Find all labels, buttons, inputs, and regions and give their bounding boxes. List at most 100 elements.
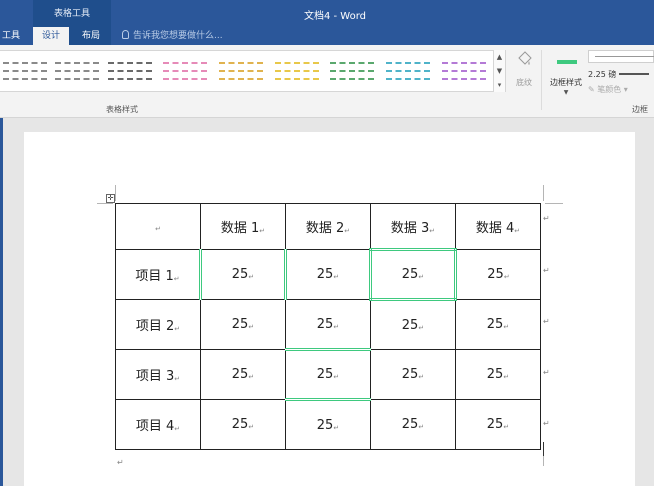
table-style-thumbnail[interactable] (55, 60, 99, 84)
table-cell-selected[interactable]: 25↵ (369, 248, 457, 301)
border-styles-button[interactable]: 边框样式 ▼ (545, 50, 587, 102)
table-style-thumbnail[interactable] (386, 60, 430, 84)
table-tools-label: 表格工具 (53, 9, 90, 19)
table-cell[interactable]: 25↵ (370, 399, 456, 450)
table-cell[interactable]: 25↵ (455, 299, 541, 350)
tab-tools[interactable]: 工具 (0, 27, 22, 45)
paragraph-mark: ↵ (174, 325, 181, 333)
scroll-up-icon[interactable]: ▲ (494, 50, 505, 64)
lightbulb-icon (122, 30, 129, 39)
page-corner-mark (543, 185, 544, 201)
row-end-mark: ↵ (543, 419, 550, 428)
cell-value: 25 (316, 367, 334, 382)
cell-value: 25 (231, 417, 249, 432)
table-cell[interactable]: 25↵ (370, 299, 456, 350)
paragraph-mark: ↵ (248, 373, 255, 381)
cell-value: 25 (231, 267, 249, 282)
border-style-swatch-icon (557, 60, 577, 64)
table-style-thumbnail[interactable] (275, 60, 319, 84)
header-cell-empty[interactable]: ↵ (115, 203, 201, 250)
header-cell[interactable]: 数据 3↵ (370, 203, 456, 250)
header-cell-text: 数据 4 (475, 221, 515, 236)
table-cell[interactable]: 25↵ (285, 349, 371, 401)
header-cell[interactable]: 数据 2↵ (285, 203, 371, 250)
table-style-thumbnail[interactable] (108, 60, 152, 84)
window-title: 文档4 - Word (303, 11, 367, 22)
line-weight-dropdown[interactable]: 2.25 磅 (588, 69, 654, 80)
table-cell[interactable]: 25↵ (200, 399, 286, 450)
paragraph-mark: ↵ (173, 275, 180, 283)
table-cell[interactable]: 25↵ (455, 349, 541, 400)
row-end-mark: ↵ (543, 266, 550, 275)
table-cell[interactable]: 25↵ (284, 249, 371, 300)
table-move-handle-icon[interactable]: ✛ (106, 194, 115, 203)
cell-value: 25 (316, 417, 334, 433)
scroll-down-icon[interactable]: ▼ (494, 64, 505, 78)
table-row: 项目 2↵ 25↵ 25↵ 25↵ 25↵ (115, 299, 541, 351)
cell-value: 25 (486, 317, 504, 332)
table-style-thumbnail[interactable] (442, 60, 486, 84)
paragraph-mark: ↵ (333, 322, 340, 331)
row-label-cell[interactable]: 项目 2↵ (115, 299, 201, 350)
cell-value: 25 (316, 267, 334, 282)
paragraph-mark: ↵ (248, 323, 255, 331)
tell-me-placeholder: 告诉我您想要做什么... (133, 31, 223, 41)
table-cell[interactable]: 25↵ (455, 399, 541, 450)
header-cell-text: 数据 2 (305, 221, 345, 236)
header-cell-text: 数据 3 (390, 220, 430, 236)
paragraph-mark: ↵ (503, 423, 510, 431)
paragraph-mark: ↵ (333, 273, 340, 281)
paragraph-mark: ↵ (174, 425, 181, 433)
row-label-cell[interactable]: 项目 4↵ (115, 399, 201, 450)
paragraph-mark: ↵ (333, 423, 340, 432)
line-weight-value: 2.25 磅 (588, 70, 617, 79)
cell-value: 25 (401, 367, 419, 382)
row-end-mark: ↵ (543, 368, 550, 377)
row-label-cell[interactable]: 项目 1↵ (115, 249, 201, 300)
tab-layout[interactable]: 布局 (73, 27, 109, 45)
table-cell[interactable]: 25↵ (455, 249, 541, 300)
table-style-thumbnail[interactable] (3, 60, 47, 84)
row-label-cell[interactable]: 项目 3↵ (115, 349, 201, 400)
gallery-scroll[interactable]: ▲ ▼ ▾ (493, 50, 505, 92)
row-end-mark: ↵ (543, 214, 550, 223)
table-cell[interactable]: 25↵ (200, 299, 286, 350)
table-cell[interactable]: 25↵ (200, 349, 286, 400)
header-cell[interactable]: 数据 4↵ (455, 203, 541, 250)
paragraph-mark: ↵ (503, 373, 510, 381)
border-styles-label: 边框样式 (550, 78, 582, 87)
paragraph-mark: ↵ (155, 225, 161, 233)
window-edge (0, 118, 3, 486)
table-style-thumbnail[interactable] (219, 60, 263, 84)
table-cell[interactable]: 25↵ (285, 299, 371, 351)
row-end-mark: ↵ (543, 317, 550, 326)
pencil-cursor (543, 442, 544, 456)
shading-button[interactable]: 底纹 (509, 50, 539, 100)
paragraph-mark: ↵ (514, 227, 521, 235)
table-cell[interactable]: 25↵ (370, 349, 456, 400)
table-header-row: ↵ 数据 1↵ 数据 2↵ 数据 3↵ 数据 4↵ (115, 203, 541, 250)
paragraph-mark: ↵ (333, 373, 340, 381)
cell-value: 25 (401, 267, 419, 282)
paragraph-mark: ↵ (418, 373, 425, 381)
borders-group-label: 边框 (632, 105, 648, 114)
table-cell[interactable]: 25↵ (285, 399, 371, 450)
page-corner-mark (545, 203, 563, 204)
ribbon: ▲ ▼ ▾ 表格样式 底纹 边框样式 ▼ 2.25 磅 ✎ 笔颜色 ▾ 边框 (0, 45, 654, 118)
gallery-more-icon[interactable]: ▾ (494, 78, 505, 92)
cell-value: 25 (316, 316, 334, 332)
cell-value: 25 (401, 417, 419, 432)
tab-design[interactable]: 设计 (33, 27, 69, 45)
table-style-thumbnail[interactable] (163, 60, 207, 84)
table-style-thumbnail[interactable] (330, 60, 374, 84)
pen-color-button[interactable]: ✎ 笔颜色 ▾ (588, 84, 654, 95)
table-row: 项目 1↵ 25↵ 25↵ 25↵ 25↵ (115, 248, 541, 301)
data-table[interactable]: ↵ 数据 1↵ 数据 2↵ 数据 3↵ 数据 4↵ 项目 1↵ 25↵ 25↵ … (115, 203, 541, 450)
row-label-text: 项目 4 (135, 419, 175, 434)
line-style-dropdown[interactable] (588, 50, 654, 63)
row-label-text: 项目 3 (135, 369, 175, 384)
table-cell[interactable]: 25↵ (199, 249, 286, 300)
tell-me-search[interactable]: 告诉我您想要做什么... (122, 27, 223, 45)
cell-value: 25 (231, 367, 249, 382)
header-cell[interactable]: 数据 1↵ (200, 203, 286, 250)
